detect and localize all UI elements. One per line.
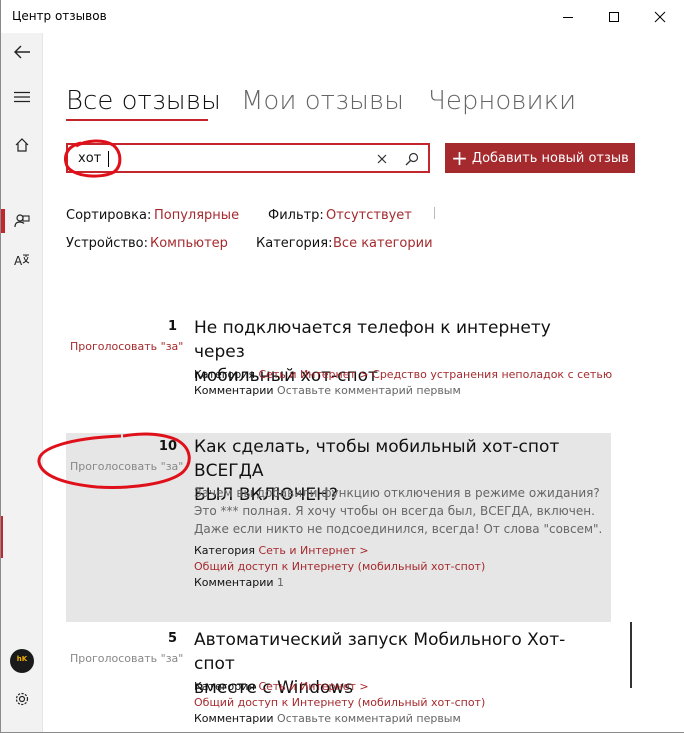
- tab-active-underline: [66, 119, 208, 121]
- avatar-logo-icon: hK: [16, 655, 28, 663]
- search-box[interactable]: хот: [66, 143, 430, 173]
- nav-language[interactable]: A: [1, 243, 42, 277]
- sort-label: Сортировка:: [66, 208, 152, 223]
- category-link[interactable]: Сеть и Интернет: [258, 680, 355, 693]
- comments-value[interactable]: 1: [277, 576, 284, 589]
- close-icon: [654, 11, 666, 22]
- feedback-item-highlighted[interactable]: 10 Проголосовать "за" Как сделать, чтобы…: [66, 433, 611, 622]
- gear-icon: [15, 692, 28, 706]
- comments-value[interactable]: Оставьте комментарий первым: [277, 384, 461, 397]
- category-link[interactable]: Сеть и Интернет: [258, 368, 355, 381]
- tab-my-feedback[interactable]: Мои отзывы: [241, 86, 404, 116]
- home-icon: [15, 138, 28, 152]
- rail-accent-edge: [1, 516, 3, 558]
- category-label: Категория:: [256, 236, 333, 251]
- subcategory-link[interactable]: Общий доступ к Интернету (мобильный хот-…: [194, 560, 485, 573]
- feedback-subcategory: Общий доступ к Интернету (мобильный хот-…: [194, 695, 485, 711]
- maximize-button[interactable]: [591, 0, 637, 33]
- nav-rail: A hK: [1, 33, 43, 732]
- feedback-comments: Комментарии Оставьте комментарий первым: [194, 711, 461, 727]
- filter-divider: [434, 207, 435, 219]
- sort-dropdown[interactable]: Популярные: [154, 208, 239, 223]
- tab-drafts[interactable]: Черновики: [428, 86, 576, 116]
- vote-count: 10: [158, 439, 177, 454]
- menu-button[interactable]: [1, 80, 42, 114]
- upvote-button[interactable]: Проголосовать "за": [70, 652, 183, 665]
- add-feedback-label: Добавить новый отзыв: [471, 150, 629, 166]
- scrollbar-thumb[interactable]: [630, 622, 632, 688]
- subcategory-link[interactable]: Средство устранения неполадок с сетью: [372, 368, 612, 381]
- window-title: Центр отзывов: [12, 9, 107, 23]
- translate-icon: A: [14, 254, 29, 268]
- search-icon: [405, 152, 419, 166]
- feedback-comments: Комментарии 1: [194, 575, 284, 591]
- maximize-icon: [609, 11, 619, 22]
- title-bar: Центр отзывов: [1, 0, 684, 33]
- feedback-title-line: Не подключается телефон к интернету чере…: [194, 318, 551, 362]
- arrow-left-icon: [13, 45, 30, 59]
- add-feedback-button[interactable]: + Добавить новый отзыв: [445, 143, 635, 173]
- comments-label: Комментарии: [194, 384, 274, 397]
- category-meta-label: Категория: [194, 368, 255, 381]
- category-separator: >: [359, 544, 369, 557]
- category-meta-label: Категория: [194, 544, 255, 557]
- feedback-item[interactable]: 1 Проголосовать "за" Не подключается тел…: [66, 314, 612, 414]
- feedback-category: Категория Сеть и Интернет > Средство уст…: [194, 367, 612, 383]
- feedback-body-line: Это *** полная. Я хочу чтобы он всегда б…: [194, 504, 595, 518]
- upvote-button[interactable]: Проголосовать "за": [70, 340, 183, 353]
- category-link[interactable]: Сеть и Интернет: [258, 544, 355, 557]
- comments-label: Комментарии: [194, 576, 274, 589]
- feedback-icon: [13, 214, 30, 228]
- feedback-item[interactable]: 5 Проголосовать "за" Автоматический запу…: [66, 626, 611, 732]
- close-button[interactable]: [637, 0, 683, 33]
- category-separator: >: [359, 680, 369, 693]
- device-label: Устройство:: [66, 236, 149, 251]
- filter-label: Фильтр:: [268, 208, 324, 223]
- category-meta-label: Категория: [194, 680, 255, 693]
- device-dropdown[interactable]: Компьютер: [150, 236, 228, 251]
- subcategory-link[interactable]: Общий доступ к Интернету (мобильный хот-…: [194, 696, 485, 709]
- vote-count: 5: [167, 631, 177, 646]
- close-icon: [377, 154, 387, 164]
- feedback-subcategory: Общий доступ к Интернету (мобильный хот-…: [194, 559, 485, 575]
- feedback-title-line: Автоматический запуск Мобильного Хот-спо…: [194, 630, 566, 674]
- search-input[interactable]: хот: [78, 151, 101, 166]
- filter-dropdown[interactable]: Отсутствует: [326, 208, 412, 223]
- feedback-body: Зачем вы добавили функцию отключения в р…: [194, 484, 614, 538]
- feedback-title-line: Как сделать, чтобы мобильный хот-спот ВС…: [194, 437, 560, 481]
- nav-home[interactable]: [1, 128, 42, 162]
- feedback-body-line: Даже если никто не подсоединился, всегда…: [194, 522, 603, 536]
- tab-all-feedback[interactable]: Все отзывы: [66, 86, 221, 116]
- nav-feedback[interactable]: [1, 204, 42, 238]
- settings-button[interactable]: [1, 682, 42, 716]
- svg-text:A: A: [14, 254, 23, 268]
- category-dropdown[interactable]: Все категории: [333, 236, 433, 251]
- text-caret: [108, 151, 109, 167]
- comments-label: Комментарии: [194, 712, 274, 725]
- feedback-category: Категория Сеть и Интернет >: [194, 543, 369, 559]
- upvote-button[interactable]: Проголосовать "за": [70, 460, 183, 473]
- feedback-hub-window: Центр отзывов A hK Все отзывы Мои отзывы…: [0, 0, 684, 733]
- vote-count: 1: [167, 319, 177, 334]
- avatar[interactable]: hK: [10, 649, 34, 673]
- hamburger-icon: [13, 91, 30, 103]
- back-button[interactable]: [1, 35, 42, 69]
- clear-search-button[interactable]: [372, 149, 392, 169]
- category-separator: >: [359, 368, 369, 381]
- comments-value[interactable]: Оставьте комментарий первым: [277, 712, 461, 725]
- minimize-icon: [563, 16, 573, 18]
- feedback-comments: Комментарии Оставьте комментарий первым: [194, 383, 461, 399]
- minimize-button[interactable]: [545, 0, 591, 33]
- feedback-category: Категория Сеть и Интернет >: [194, 679, 369, 695]
- search-button[interactable]: [402, 149, 422, 169]
- plus-icon: +: [451, 146, 468, 170]
- feedback-body-line: Зачем вы добавили функцию отключения в р…: [194, 486, 600, 500]
